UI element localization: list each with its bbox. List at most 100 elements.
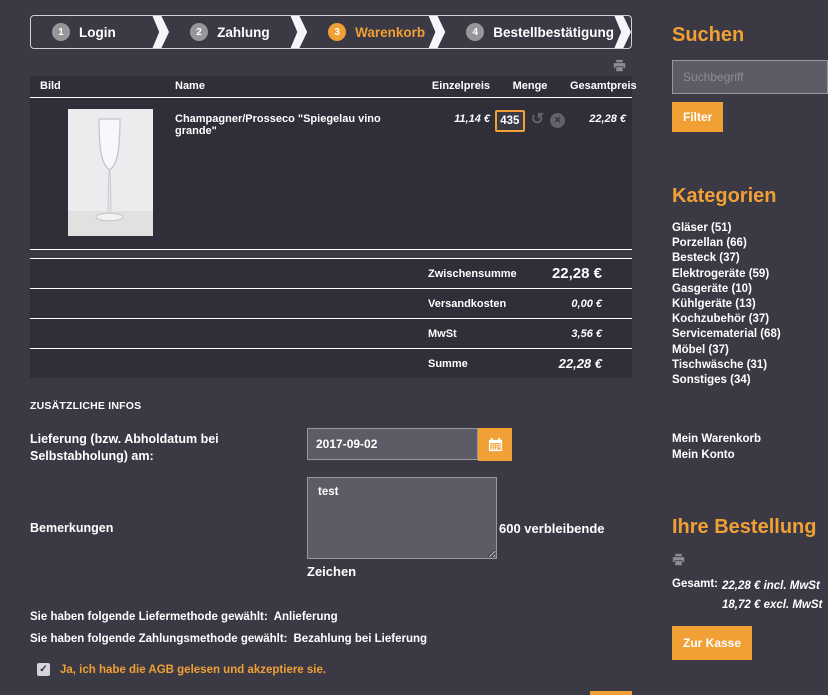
step-number-badge: 1 (52, 23, 70, 41)
order-heading: Ihre Bestellung (672, 516, 828, 539)
summary-label: Zwischensumme (428, 268, 520, 280)
search-heading: Suchen (672, 24, 828, 47)
summary-row-summe: Summe 22,28 € (30, 348, 632, 378)
delivery-date-input[interactable] (307, 428, 478, 460)
calendar-button[interactable] (478, 428, 512, 461)
summary-row-mwst: MwSt 3,56 € (30, 318, 632, 348)
summary-value: 22,28 € (520, 265, 602, 282)
remarks-row: Bemerkungen test Zeichen 600 verbleibend… (30, 477, 632, 579)
payment-method-value: Bezahlung bei Lieferung (294, 633, 428, 645)
refresh-quantity-icon[interactable]: ↺ (531, 110, 544, 130)
link-mein-konto[interactable]: Mein Konto (672, 447, 828, 463)
summary-row-zwischensumme: Zwischensumme 22,28 € (30, 258, 632, 288)
category-item-kuehlgeraete[interactable]: Kühlgeräte (13) (672, 297, 828, 312)
cart-table-header: Bild Name Einzelpreis Menge Gesamtpreis (30, 76, 632, 98)
cart-table: Bild Name Einzelpreis Menge Gesamtpreis … (30, 76, 632, 250)
category-item-sonstiges[interactable]: Sonstiges (34) (672, 373, 828, 388)
product-total-price: 22,28 € (570, 109, 632, 125)
step-label: Login (79, 25, 116, 40)
category-item-kochzubehoer[interactable]: Kochzubehör (37) (672, 312, 828, 327)
category-item-servicematerial[interactable]: Servicematerial (68) (672, 327, 828, 342)
order-total: Gesamt: 22,28 € incl. MwSt 18,72 € excl.… (672, 577, 828, 615)
chevron-right-icon (614, 15, 631, 49)
checkout-stepper: 1 Login 2 Zahlung 3 Warenkorb 4 Bestellb… (30, 15, 632, 49)
filter-button[interactable]: Filter (672, 102, 723, 132)
additional-info-heading: ZUSÄTZLICHE INFOS (30, 400, 632, 412)
summary-label: Summe (428, 358, 520, 370)
category-item-tischwaesche[interactable]: Tischwäsche (31) (672, 358, 828, 373)
delivery-date-label: Lieferung (bzw. Abholdatum bei Selbstabh… (30, 428, 307, 465)
chevron-right-icon (428, 15, 445, 49)
delivery-method-prefix: Sie haben folgende Liefermethode gewählt… (30, 611, 268, 623)
order-print-row (672, 553, 828, 569)
order-total-excl: 18,72 € excl. MwSt (722, 596, 822, 615)
print-order-icon[interactable] (672, 553, 685, 566)
quantity-cell: ↺ ✕ (490, 109, 570, 132)
category-item-besteck[interactable]: Besteck (37) (672, 251, 828, 266)
summary-value: 0,00 € (520, 298, 602, 310)
categories-list: Gläser (51) Porzellan (66) Besteck (37) … (672, 221, 828, 388)
search-input[interactable] (672, 60, 828, 94)
step-zahlung[interactable]: 2 Zahlung (169, 23, 290, 41)
order-total-values: 22,28 € incl. MwSt 18,72 € excl. MwSt (722, 577, 822, 615)
step-login[interactable]: 1 Login (31, 23, 152, 41)
page: 1 Login 2 Zahlung 3 Warenkorb 4 Bestellb… (0, 0, 828, 695)
payment-method-prefix: Sie haben folgende Zahlungsmethode gewäh… (30, 633, 288, 645)
column-header-name: Name (175, 80, 407, 92)
agb-consent-row[interactable]: ✓ Ja, ich habe die AGB gelesen und akzep… (30, 663, 632, 676)
delivery-method-value: Anlieferung (274, 611, 338, 623)
category-item-moebel[interactable]: Möbel (37) (672, 343, 828, 358)
chevron-right-icon (152, 15, 169, 49)
remarks-textarea[interactable]: test (307, 477, 497, 559)
link-mein-warenkorb[interactable]: Mein Warenkorb (672, 431, 828, 447)
remove-item-icon[interactable]: ✕ (550, 113, 565, 128)
step-label: Zahlung (217, 25, 270, 40)
print-cart-icon[interactable] (613, 59, 626, 72)
chars-remaining-line1: 600 verbleibende (499, 521, 605, 536)
sidebar: Suchen Filter Kategorien Gläser (51) Por… (672, 0, 828, 695)
checkout-button[interactable]: Zur Kasse (672, 626, 752, 660)
cart-summary: Zwischensumme 22,28 € Versandkosten 0,00… (30, 258, 632, 378)
buy-button[interactable]: Kaufen (590, 691, 632, 695)
remarks-field-wrap: test Zeichen (307, 477, 497, 579)
category-item-gasgeraete[interactable]: Gasgeräte (10) (672, 282, 828, 297)
summary-label: Versandkosten (428, 298, 520, 310)
step-label: Bestellbestätigung (493, 25, 614, 40)
payment-method-line: Sie haben folgende Zahlungsmethode gewäh… (30, 633, 632, 645)
category-item-elektrogeraete[interactable]: Elektrogeräte (59) (672, 267, 828, 282)
column-header-einzelpreis: Einzelpreis (407, 80, 490, 92)
chosen-methods: Sie haben folgende Liefermethode gewählt… (30, 611, 632, 645)
order-total-label: Gesamt: (672, 577, 722, 615)
column-header-bild: Bild (30, 80, 175, 92)
cart-item-row: Champagner/Prosseco "Spiegelau vino gran… (30, 98, 632, 249)
calendar-icon (488, 437, 503, 452)
sidebar-links: Mein Warenkorb Mein Konto (672, 431, 828, 463)
delivery-date-row: Lieferung (bzw. Abholdatum bei Selbstabh… (30, 428, 632, 465)
product-image-champagne-glass (68, 109, 153, 236)
product-name: Champagner/Prosseco "Spiegelau vino gran… (175, 109, 407, 137)
step-number-badge: 3 (328, 23, 346, 41)
main-content: 1 Login 2 Zahlung 3 Warenkorb 4 Bestellb… (30, 0, 632, 695)
chevron-right-icon (290, 15, 307, 49)
chars-remaining-line2: Zeichen (307, 564, 497, 579)
buy-row: Kaufen (30, 691, 632, 695)
column-header-gesamtpreis: Gesamtpreis (570, 80, 632, 92)
delivery-method-line: Sie haben folgende Liefermethode gewählt… (30, 611, 632, 623)
summary-value: 22,28 € (520, 356, 602, 371)
agb-checkbox[interactable]: ✓ (37, 663, 50, 676)
table-print-row (30, 49, 632, 76)
summary-value: 3,56 € (520, 328, 602, 340)
step-warenkorb[interactable]: 3 Warenkorb (307, 23, 428, 41)
step-number-badge: 4 (466, 23, 484, 41)
agb-label: Ja, ich habe die AGB gelesen und akzepti… (60, 664, 326, 676)
quantity-input[interactable] (495, 110, 525, 132)
category-item-porzellan[interactable]: Porzellan (66) (672, 236, 828, 251)
category-item-glaeser[interactable]: Gläser (51) (672, 221, 828, 236)
order-total-incl: 22,28 € incl. MwSt (722, 577, 822, 596)
step-label: Warenkorb (355, 25, 425, 40)
product-unit-price: 11,14 € (407, 109, 490, 125)
summary-label: MwSt (428, 328, 520, 340)
product-image-cell (30, 109, 175, 236)
column-header-menge: Menge (490, 80, 570, 92)
step-bestellbestaetigung[interactable]: 4 Bestellbestätigung (445, 23, 614, 41)
